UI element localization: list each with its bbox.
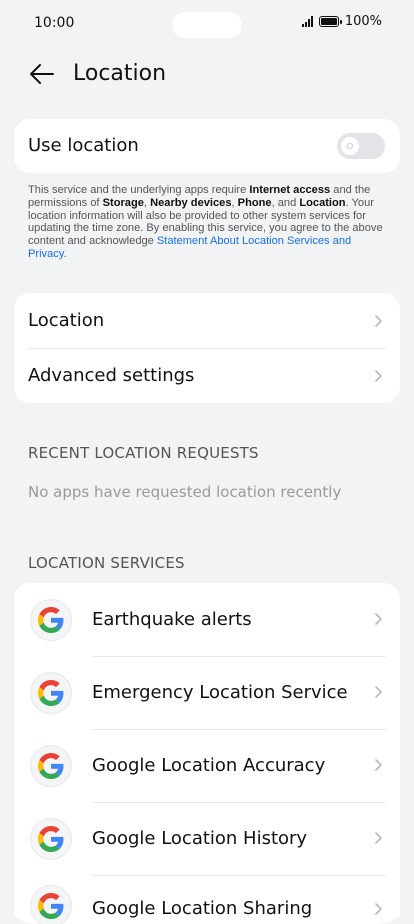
service-location-history[interactable]: Google Location History	[14, 802, 400, 875]
use-location-label: Use location	[28, 135, 139, 156]
settings-item-label: Location	[28, 310, 105, 331]
status-bar: 10:00 100%	[0, 0, 414, 48]
status-icons: 100%	[301, 14, 382, 29]
service-emergency-location[interactable]: Emergency Location Service	[14, 656, 400, 729]
chevron-right-icon	[375, 686, 382, 698]
settings-item-advanced[interactable]: Advanced settings	[14, 348, 400, 403]
use-location-card: Use location	[14, 119, 400, 173]
service-location-accuracy[interactable]: Google Location Accuracy	[14, 729, 400, 802]
chevron-right-icon	[375, 832, 382, 844]
service-label: Google Location Sharing	[92, 898, 313, 919]
battery-percent: 100%	[344, 14, 382, 29]
google-g-icon	[30, 818, 72, 860]
recent-requests-empty: No apps have requested location recently	[28, 483, 342, 501]
back-button[interactable]	[26, 58, 58, 90]
service-label: Emergency Location Service	[92, 682, 348, 703]
page-title: Location	[73, 61, 167, 86]
google-g-icon	[30, 885, 72, 924]
camera-cutout	[172, 12, 242, 38]
toggle-knob	[341, 137, 359, 155]
google-g-icon	[30, 672, 72, 714]
service-label: Google Location History	[92, 828, 308, 849]
settings-item-label: Advanced settings	[28, 365, 195, 386]
location-settings-card: Location Advanced settings	[14, 293, 400, 403]
service-label: Earthquake alerts	[92, 609, 252, 630]
phone-screen: 10:00 100% Location Use location This se…	[0, 0, 414, 924]
chevron-right-icon	[375, 370, 382, 382]
chevron-right-icon	[375, 759, 382, 771]
chevron-right-icon	[375, 613, 382, 625]
app-header: Location	[0, 52, 414, 96]
service-location-sharing[interactable]: Google Location Sharing	[14, 875, 400, 924]
use-location-toggle[interactable]	[337, 133, 385, 159]
google-g-icon	[30, 599, 72, 641]
signal-icon	[301, 16, 313, 27]
google-g-icon	[30, 745, 72, 787]
settings-item-location[interactable]: Location	[14, 293, 400, 348]
location-disclaimer: This service and the underlying apps req…	[28, 184, 383, 260]
location-services-card: Earthquake alerts Emergency Location Ser…	[14, 583, 400, 924]
battery-icon	[318, 16, 342, 27]
status-time: 10:00	[34, 15, 75, 31]
location-services-header: LOCATION SERVICES	[28, 554, 185, 572]
recent-requests-header: RECENT LOCATION REQUESTS	[28, 444, 259, 462]
arrow-left-icon	[30, 64, 54, 84]
chevron-right-icon	[375, 903, 382, 915]
service-label: Google Location Accuracy	[92, 755, 326, 776]
service-earthquake-alerts[interactable]: Earthquake alerts	[14, 583, 400, 656]
chevron-right-icon	[375, 315, 382, 327]
